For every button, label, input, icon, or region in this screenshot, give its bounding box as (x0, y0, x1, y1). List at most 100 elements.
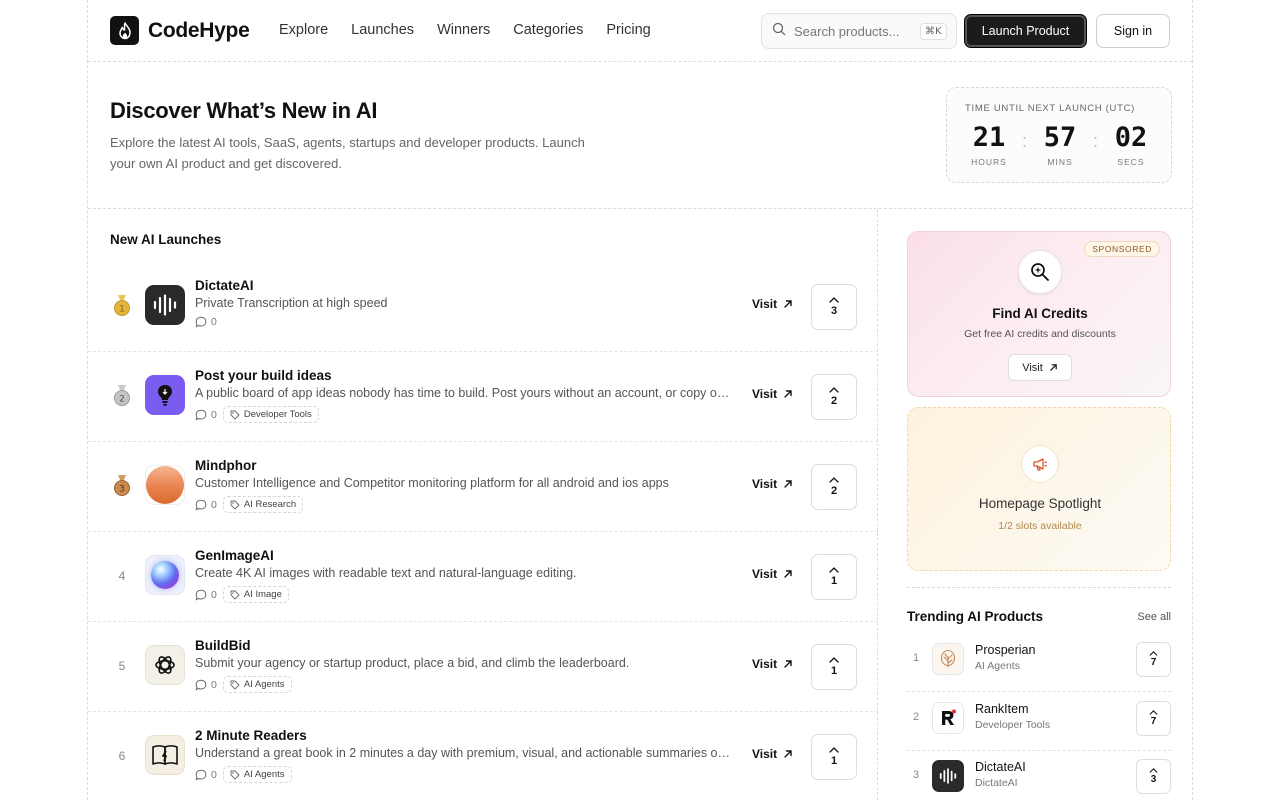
homepage-spotlight-card[interactable]: Homepage Spotlight 1/2 slots available (907, 407, 1171, 571)
sponsored-subtitle: Get free AI credits and discounts (964, 328, 1116, 340)
chevron-up-icon (1149, 710, 1158, 715)
category-tag-label: AI Image (243, 589, 282, 600)
sponsored-title: Find AI Credits (992, 306, 1088, 321)
visit-link[interactable]: Visit (752, 657, 793, 671)
sign-in-button[interactable]: Sign in (1096, 14, 1170, 48)
product-name[interactable]: 2 Minute Readers (195, 728, 307, 743)
flame-logo-icon (110, 16, 139, 45)
upvote-button[interactable]: 7 (1136, 701, 1171, 736)
trending-name[interactable]: Prosperian (975, 643, 1035, 657)
external-arrow-icon (784, 750, 792, 758)
hero-section: Discover What’s New in AI Explore the la… (88, 62, 1192, 209)
waveform-icon (932, 760, 964, 792)
see-all-link[interactable]: See all (1137, 611, 1171, 623)
visit-link[interactable]: Visit (752, 567, 793, 581)
chevron-up-icon (829, 297, 839, 303)
category-tag[interactable]: AI Research (222, 496, 304, 513)
external-arrow-icon (784, 570, 792, 578)
category-tag[interactable]: AI Agents (222, 766, 292, 783)
product-name[interactable]: GenImageAI (195, 548, 274, 563)
comment-count[interactable]: 0 (195, 499, 217, 511)
sponsored-visit-label: Visit (1022, 361, 1043, 374)
upvote-button[interactable]: 2 (811, 374, 857, 420)
list-item[interactable]: 4 GenImageAI Create 4K AI images with re… (88, 532, 878, 622)
product-name[interactable]: Post your build ideas (195, 368, 332, 383)
list-item[interactable]: 2 Post your build ideas A public board o… (88, 352, 878, 442)
upvote-button[interactable]: 3 (811, 284, 857, 330)
vote-count: 1 (830, 755, 838, 767)
chevron-up-icon (1149, 651, 1158, 656)
trending-name[interactable]: DictateAI (975, 760, 1026, 774)
product-name[interactable]: DictateAI (195, 278, 254, 293)
nav-explore[interactable]: Explore (279, 22, 328, 38)
search-input[interactable] (794, 23, 912, 39)
comment-count[interactable]: 0 (195, 409, 217, 421)
comment-count[interactable]: 0 (195, 769, 217, 781)
visit-link[interactable]: Visit (752, 387, 793, 401)
main-nav: Explore Launches Winners Categories Pric… (279, 22, 651, 38)
upvote-button[interactable]: 1 (811, 734, 857, 780)
spotlight-title: Homepage Spotlight (978, 496, 1102, 511)
medal-rank: 1 (119, 305, 125, 315)
sponsored-card[interactable]: SPONSORED Find AI Credits Get free AI cr… (907, 231, 1171, 397)
nav-pricing[interactable]: Pricing (606, 22, 650, 38)
visit-label: Visit (752, 297, 778, 311)
launch-product-button[interactable]: Launch Product (964, 14, 1087, 48)
trending-name[interactable]: RankItem (975, 702, 1029, 716)
r-logo-icon (932, 702, 964, 734)
brand-logo[interactable]: CodeHype (110, 16, 250, 45)
list-item[interactable]: 6 2 Minute Readers Understand a great bo… (88, 712, 878, 800)
vote-count: 3 (1150, 774, 1157, 785)
chevron-up-icon (829, 747, 839, 753)
product-name[interactable]: BuildBid (195, 638, 251, 653)
category-tag[interactable]: AI Image (222, 586, 289, 603)
megaphone-icon (1021, 445, 1059, 483)
search-box[interactable]: ⌘K (761, 13, 957, 49)
upvote-button[interactable]: 1 (811, 554, 857, 600)
comment-icon (195, 679, 207, 691)
chevron-up-icon (829, 387, 839, 393)
product-meta: 0 Developer Tools (195, 406, 319, 423)
countdown-mins: 57 (1043, 122, 1077, 153)
list-item[interactable]: 5 BuildBid Submit your agency or startup… (88, 622, 878, 712)
comment-count[interactable]: 0 (195, 589, 217, 601)
product-description: Customer Intelligence and Competitor mon… (195, 476, 669, 490)
waveform-icon (145, 285, 185, 325)
category-tag[interactable]: Developer Tools (222, 406, 319, 423)
comment-count[interactable]: 0 (195, 679, 217, 691)
chevron-up-icon (829, 657, 839, 663)
product-meta: 0 AI Agents (195, 766, 292, 783)
sponsored-visit-button[interactable]: Visit (1008, 354, 1072, 381)
upvote-button[interactable]: 2 (811, 464, 857, 510)
trending-item[interactable]: 3 DictateAI DictateAI 3 (907, 751, 1171, 800)
product-meta: 0 AI Image (195, 586, 289, 603)
search-shortcut: ⌘K (920, 22, 947, 40)
page-title: Discover What’s New in AI (110, 98, 378, 123)
upvote-button[interactable]: 7 (1136, 642, 1171, 677)
comment-count-value: 0 (211, 498, 217, 511)
knot-icon (145, 645, 185, 685)
upvote-button[interactable]: 1 (811, 644, 857, 690)
visit-link[interactable]: Visit (752, 297, 793, 311)
launch-countdown: TIME UNTIL NEXT LAUNCH (UTC) 21 HOURS : … (946, 87, 1172, 183)
external-arrow-icon (784, 390, 792, 398)
product-name[interactable]: Mindphor (195, 458, 256, 473)
list-item[interactable]: 1 DictateAI Private Transcription at hig… (88, 262, 878, 352)
visit-link[interactable]: Visit (752, 477, 793, 491)
book-icon (145, 735, 185, 775)
countdown-hours-label: HOURS (971, 157, 1007, 167)
visit-link[interactable]: Visit (752, 747, 793, 761)
nav-winners[interactable]: Winners (437, 22, 490, 38)
nav-launches[interactable]: Launches (351, 22, 414, 38)
upvote-button[interactable]: 3 (1136, 759, 1171, 794)
list-item[interactable]: 3 Mindphor Customer Intelligence and Com… (88, 442, 878, 532)
comment-count-value: 0 (211, 316, 217, 328)
nav-categories[interactable]: Categories (513, 22, 583, 38)
medal-rank: 2 (119, 395, 125, 405)
product-description: A public board of app ideas nobody has t… (195, 386, 730, 400)
category-tag[interactable]: AI Agents (222, 676, 292, 693)
comment-count[interactable]: 0 (195, 316, 217, 328)
trending-item[interactable]: 1 Prosperian AI Agents 7 (907, 634, 1171, 692)
tag-icon (230, 410, 240, 420)
trending-item[interactable]: 2 RankItem Developer Tools 7 (907, 693, 1171, 751)
